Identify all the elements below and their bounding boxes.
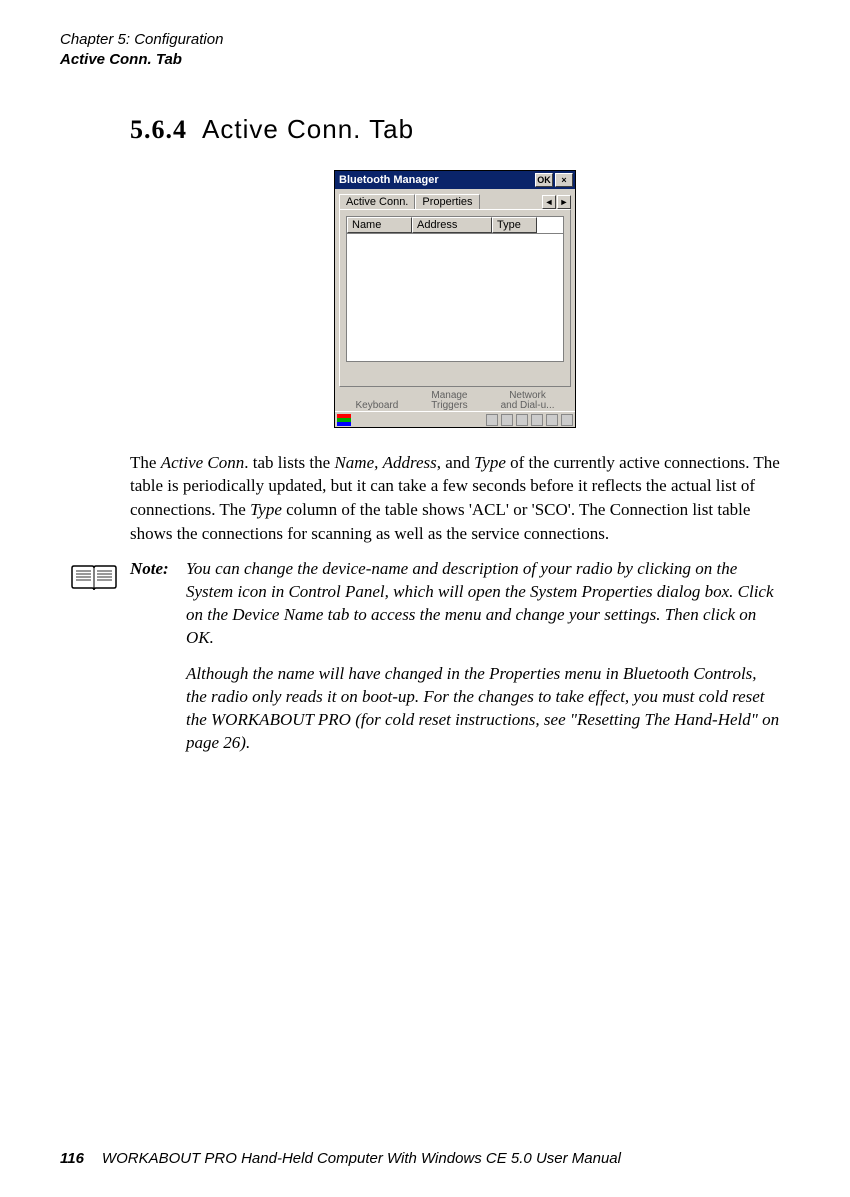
section-title: Active Conn. Tab [202, 114, 414, 144]
screenshot-figure: Bluetooth Manager OK × Active Conn. Prop… [130, 170, 780, 431]
page-header: Chapter 5: Configuration Active Conn. Ta… [60, 30, 790, 69]
section-heading: 5.6.4 Active Conn. Tab [130, 114, 780, 145]
note-body-2: Although the name will have changed in t… [186, 663, 780, 755]
book-icon [70, 560, 118, 599]
column-headers: Name Address Type [346, 216, 564, 234]
page-footer: 116 WORKABOUT PRO Hand-Held Computer With… [60, 1150, 621, 1167]
icon-network-dialup: Networkand Dial-u... [501, 391, 555, 411]
page-number: 116 [60, 1150, 84, 1167]
tab-active-conn[interactable]: Active Conn. [339, 194, 415, 209]
start-icon[interactable] [337, 414, 351, 426]
tab-properties[interactable]: Properties [415, 194, 479, 209]
tray-icon[interactable] [561, 414, 573, 426]
note-body-1: You can change the device-name and descr… [186, 558, 780, 650]
col-name[interactable]: Name [347, 217, 412, 233]
tray-icon[interactable] [531, 414, 543, 426]
titlebar: Bluetooth Manager OK × [335, 171, 575, 189]
col-address[interactable]: Address [412, 217, 492, 233]
section-number: 5.6.4 [130, 115, 187, 144]
tab-body: Name Address Type [339, 209, 571, 387]
col-type[interactable]: Type [492, 217, 537, 233]
footer-text: WORKABOUT PRO Hand-Held Computer With Wi… [102, 1150, 621, 1167]
section-line: Active Conn. Tab [60, 50, 790, 70]
tab-scroll-left[interactable]: ◄ [542, 195, 556, 209]
tray-icon[interactable] [501, 414, 513, 426]
content-area: 5.6.4 Active Conn. Tab Bluetooth Manager … [60, 114, 790, 755]
body-paragraph: The Active Conn. tab lists the Name, Add… [130, 451, 780, 546]
window-title: Bluetooth Manager [339, 174, 533, 186]
icon-manage-triggers: ManageTriggers [431, 391, 467, 411]
window: Bluetooth Manager OK × Active Conn. Prop… [334, 170, 576, 428]
ok-button[interactable]: OK [535, 173, 553, 187]
note-label: Note: [130, 558, 186, 581]
tray-icon[interactable] [546, 414, 558, 426]
tab-row: Active Conn. Properties ◄ ► [335, 189, 575, 209]
tray-icon[interactable] [486, 414, 498, 426]
chapter-line: Chapter 5: Configuration [60, 30, 790, 50]
taskbar [335, 411, 575, 427]
note-block: Note: You can change the device-name and… [130, 558, 780, 650]
icon-keyboard: Keyboard [355, 401, 398, 411]
tab-scroll-right[interactable]: ► [557, 195, 571, 209]
desktop-icons-strip: Keyboard ManageTriggers Networkand Dial-… [335, 391, 575, 411]
connection-list [346, 234, 564, 362]
close-button[interactable]: × [555, 173, 573, 187]
page: Chapter 5: Configuration Active Conn. Ta… [0, 0, 850, 1197]
tray-icon[interactable] [516, 414, 528, 426]
